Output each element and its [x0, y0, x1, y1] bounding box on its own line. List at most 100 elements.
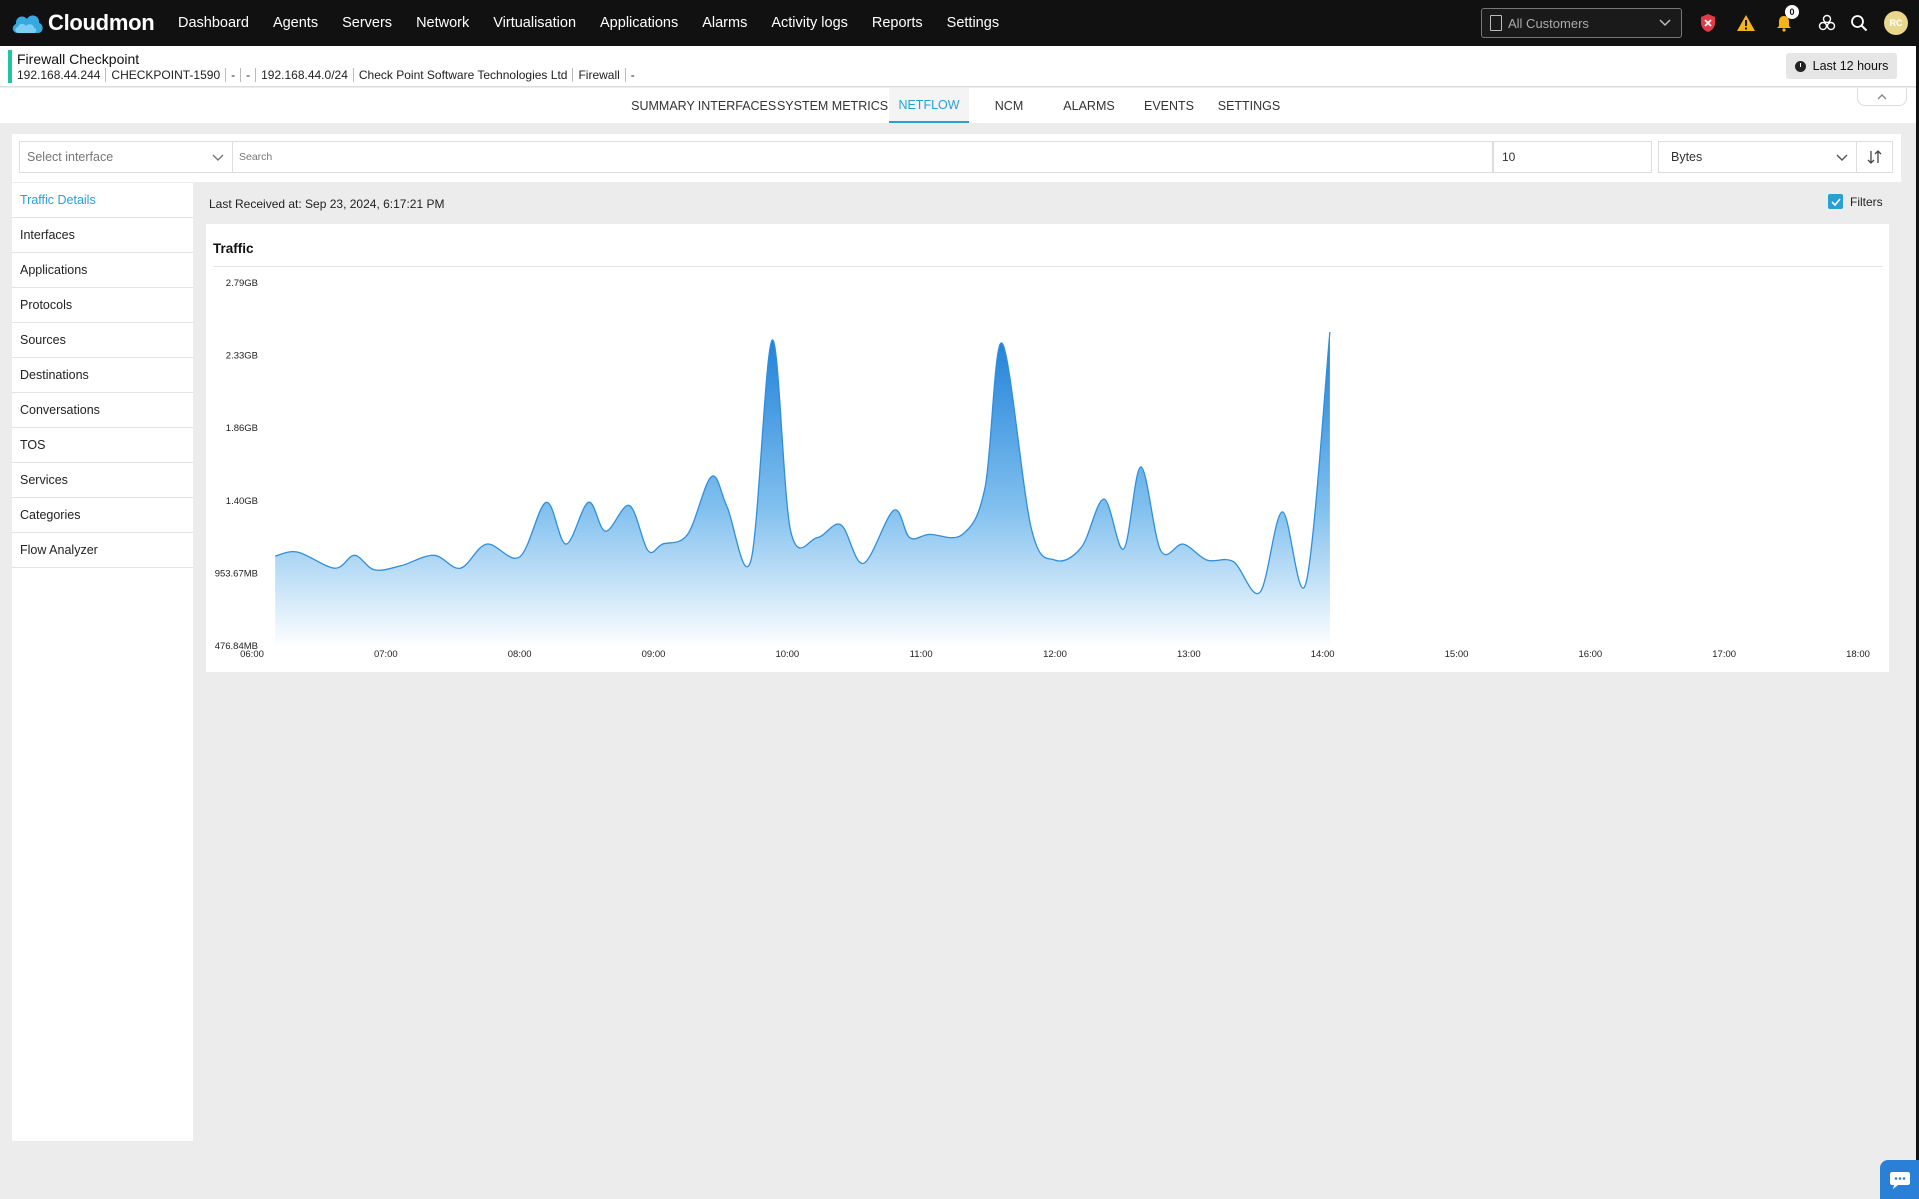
- top-count-value: 10: [1502, 150, 1516, 164]
- tab-ncm[interactable]: NCM: [969, 88, 1049, 123]
- x-tick-label: 18:00: [1846, 649, 1870, 660]
- search-placeholder: Search: [239, 151, 273, 163]
- sidebar-item-protocols[interactable]: Protocols: [12, 288, 193, 323]
- building-icon: [1490, 15, 1502, 31]
- tabs-bar: SUMMARY INTERFACES SYSTEM METRICS NETFLO…: [0, 88, 1916, 123]
- x-tick-label: 13:00: [1177, 649, 1201, 660]
- unit-select-value: Bytes: [1671, 150, 1703, 164]
- traffic-chart-card: Traffic 476.84MB 953.67MB 1.40GB 1.86GB 2.33…: [206, 224, 1889, 672]
- tab-alarms[interactable]: ALARMS: [1049, 88, 1129, 123]
- device-meta-field: -: [226, 68, 242, 82]
- filters-label: Filters: [1850, 194, 1883, 209]
- filters-toggle[interactable]: Filters: [1828, 194, 1883, 209]
- interface-select[interactable]: Select interface: [19, 141, 233, 173]
- sort-icon: [1867, 150, 1881, 164]
- nav-alarms[interactable]: Alarms: [702, 15, 747, 31]
- x-tick-label: 06:00: [240, 649, 264, 660]
- device-header: Firewall Checkpoint 192.168.44.244 CHECK…: [0, 46, 1916, 87]
- search-icon[interactable]: [1846, 10, 1872, 36]
- x-tick-label: 07:00: [374, 649, 398, 660]
- top-navbar: Cloudmon Dashboard Agents Servers Networ…: [0, 0, 1919, 46]
- tab-netflow[interactable]: NETFLOW: [889, 88, 969, 123]
- nav-servers[interactable]: Servers: [342, 15, 392, 31]
- sidebar-item-interfaces[interactable]: Interfaces: [12, 218, 193, 253]
- bell-icon[interactable]: 0: [1771, 5, 1799, 36]
- tab-events[interactable]: EVENTS: [1129, 88, 1209, 123]
- x-tick-label: 17:00: [1712, 649, 1736, 660]
- tab-system-metrics[interactable]: SYSTEM METRICS: [776, 88, 889, 123]
- y-tick-label: 2.79GB: [226, 278, 258, 289]
- x-tick-label: 10:00: [775, 649, 799, 660]
- app-logo[interactable]: Cloudmon: [10, 10, 160, 36]
- time-range-label: Last 12 hours: [1812, 59, 1889, 73]
- shield-alert-icon[interactable]: [1695, 10, 1721, 36]
- customer-select[interactable]: All Customers: [1481, 8, 1682, 38]
- chevron-down-icon: [212, 154, 224, 161]
- x-tick-label: 15:00: [1445, 649, 1469, 660]
- main-nav: Dashboard Agents Servers Network Virtual…: [178, 15, 1023, 31]
- y-tick-label: 2.33GB: [226, 351, 258, 362]
- tab-interfaces[interactable]: INTERFACES: [698, 88, 777, 123]
- sidebar-item-flow-analyzer[interactable]: Flow Analyzer: [12, 533, 193, 568]
- nav-dashboard[interactable]: Dashboard: [178, 15, 249, 31]
- search-input[interactable]: Search: [233, 141, 1493, 173]
- chevron-down-icon: [1836, 154, 1848, 161]
- device-tabs: SUMMARY INTERFACES SYSTEM METRICS NETFLO…: [628, 88, 1289, 123]
- top-count-input[interactable]: 10: [1493, 141, 1652, 173]
- time-range-button[interactable]: Last 12 hours: [1786, 53, 1897, 79]
- nav-settings[interactable]: Settings: [947, 15, 999, 31]
- nav-agents[interactable]: Agents: [273, 15, 318, 31]
- device-subnet: 192.168.44.0/24: [256, 68, 354, 82]
- chat-button[interactable]: [1880, 1160, 1919, 1199]
- x-tick-label: 16:00: [1578, 649, 1602, 660]
- x-tick-label: 12:00: [1043, 649, 1067, 660]
- device-model: CHECKPOINT-1590: [106, 68, 227, 82]
- tab-settings[interactable]: SETTINGS: [1209, 88, 1289, 123]
- device-meta-field: -: [241, 68, 257, 82]
- device-status-bar: [8, 50, 12, 83]
- nav-reports[interactable]: Reports: [872, 15, 923, 31]
- device-meta: 192.168.44.244 CHECKPOINT-1590 - - 192.1…: [17, 68, 640, 82]
- sidebar-item-categories[interactable]: Categories: [12, 498, 193, 533]
- nav-virtualisation[interactable]: Virtualisation: [493, 15, 576, 31]
- sidebar-item-tos[interactable]: TOS: [12, 428, 193, 463]
- device-vendor: Check Point Software Technologies Ltd: [354, 68, 574, 82]
- clock-icon: [1794, 60, 1806, 72]
- sidebar-item-traffic-details[interactable]: Traffic Details: [12, 183, 193, 218]
- nav-network[interactable]: Network: [416, 15, 469, 31]
- app-name: Cloudmon: [48, 10, 155, 35]
- integrations-icon[interactable]: [1814, 10, 1840, 36]
- sort-button[interactable]: [1857, 141, 1893, 173]
- user-avatar[interactable]: RC: [1884, 11, 1908, 35]
- x-tick-label: 14:00: [1311, 649, 1335, 660]
- chat-icon: [1889, 1171, 1910, 1189]
- unit-select[interactable]: Bytes: [1658, 141, 1857, 173]
- filters-checkbox[interactable]: [1828, 194, 1843, 209]
- x-tick-label: 08:00: [508, 649, 532, 660]
- notification-count: 0: [1785, 5, 1799, 19]
- collapse-header-button[interactable]: [1857, 88, 1907, 106]
- sidebar-item-services[interactable]: Services: [12, 463, 193, 498]
- chevron-down-icon: [1659, 19, 1671, 27]
- y-tick-label: 953.67MB: [215, 568, 258, 579]
- sidebar-item-applications[interactable]: Applications: [12, 253, 193, 288]
- last-received-text: Last Received at: Sep 23, 2024, 6:17:21 …: [209, 197, 445, 211]
- nav-applications[interactable]: Applications: [600, 15, 678, 31]
- traffic-chart: 476.84MB953.67MB1.40GB1.86GB2.33GB2.79GB…: [215, 278, 1870, 660]
- warning-icon[interactable]: [1733, 10, 1759, 36]
- sidebar-item-sources[interactable]: Sources: [12, 323, 193, 358]
- device-name: Firewall Checkpoint: [17, 51, 140, 67]
- sidebar-item-destinations[interactable]: Destinations: [12, 358, 193, 393]
- tab-summary[interactable]: SUMMARY: [628, 88, 698, 123]
- sidebar-item-conversations[interactable]: Conversations: [12, 393, 193, 428]
- y-tick-label: 1.40GB: [226, 496, 258, 507]
- x-tick-label: 09:00: [642, 649, 666, 660]
- interface-select-placeholder: Select interface: [27, 150, 114, 164]
- device-meta-field: -: [630, 68, 635, 82]
- device-type: Firewall: [573, 68, 626, 82]
- check-icon: [1830, 197, 1841, 206]
- y-tick-label: 1.86GB: [226, 423, 258, 434]
- customer-select-value: All Customers: [1508, 15, 1589, 31]
- nav-activity-logs[interactable]: Activity logs: [771, 15, 848, 31]
- netflow-sidebar: Traffic Details Interfaces Applications …: [12, 183, 193, 1141]
